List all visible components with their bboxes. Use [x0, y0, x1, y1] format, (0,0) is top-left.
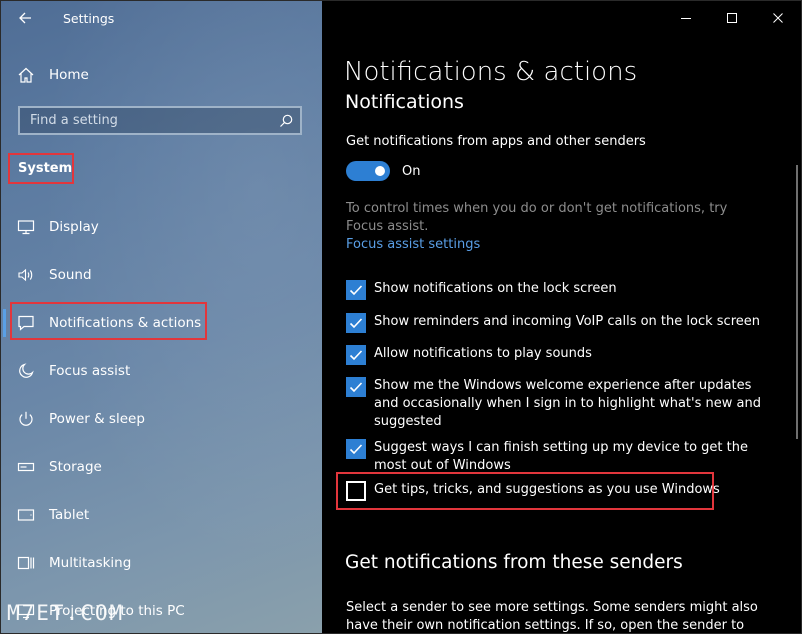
sidebar-item-label: Power & sleep — [49, 411, 145, 427]
watermark: M7ET.COM — [7, 601, 125, 625]
toggle-knob — [375, 166, 385, 176]
checkbox-welcome-experience[interactable]: Show me the Windows welcome experience a… — [346, 377, 774, 431]
focus-assist-description: To control times when you do or don't ge… — [346, 201, 728, 234]
maximize-icon — [727, 13, 737, 23]
checkbox[interactable] — [346, 377, 366, 397]
checkbox-label: Show reminders and incoming VoIP calls o… — [374, 314, 760, 329]
back-button[interactable] — [15, 7, 37, 29]
section-heading: Notifications — [345, 91, 464, 113]
checkbox-label: Suggest ways I can finish setting up my … — [374, 440, 748, 473]
notifications-toggle[interactable] — [346, 161, 390, 181]
window-caption-buttons — [663, 1, 801, 35]
sidebar-item-label: Notifications & actions — [49, 315, 202, 331]
sidebar-item-home[interactable]: Home — [17, 63, 89, 87]
app-title: Settings — [63, 11, 115, 26]
checkbox-play-sounds[interactable]: Allow notifications to play sounds — [346, 345, 774, 365]
home-label: Home — [49, 67, 89, 83]
sidebar-item-sound[interactable]: Sound — [17, 263, 92, 287]
page-title: Notifications & actions — [344, 57, 638, 87]
back-arrow-icon — [19, 12, 31, 24]
power-icon — [19, 411, 33, 426]
checkbox-suggest-setup[interactable]: Suggest ways I can finish setting up my … — [346, 439, 774, 475]
minimize-icon — [681, 18, 691, 19]
checkbox-label: Allow notifications to play sounds — [374, 346, 592, 361]
sidebar-item-notifications[interactable]: Notifications & actions — [17, 311, 201, 335]
checkmark-icon — [349, 350, 363, 361]
senders-heading: Get notifications from these senders — [345, 552, 683, 573]
display-icon — [17, 220, 35, 235]
checkbox-label: Show notifications on the lock screen — [374, 281, 617, 296]
home-icon — [18, 67, 34, 83]
sidebar-item-power-sleep[interactable]: Power & sleep — [17, 407, 145, 431]
storage-icon — [17, 462, 35, 472]
get-notifications-label: Get notifications from apps and other se… — [346, 134, 646, 149]
checkbox-tips-tricks[interactable]: Get tips, tricks, and suggestions as you… — [346, 481, 774, 501]
multitasking-icon — [17, 556, 35, 570]
scrollbar[interactable] — [796, 165, 798, 439]
sidebar-item-label: Focus assist — [49, 363, 131, 379]
sidebar-item-display[interactable]: Display — [17, 215, 99, 239]
focus-assist-settings-link[interactable]: Focus assist settings — [346, 237, 480, 252]
maximize-button[interactable] — [709, 1, 755, 35]
sidebar-item-focus-assist[interactable]: Focus assist — [17, 359, 130, 383]
sound-icon — [18, 268, 33, 282]
minimize-button[interactable] — [663, 1, 709, 35]
toggle-state-label: On — [402, 164, 421, 179]
sidebar-item-label: Storage — [49, 459, 102, 475]
checkbox[interactable] — [346, 481, 366, 501]
moon-icon — [19, 363, 34, 378]
settings-window: Settings Home System Display Sound Notif… — [0, 0, 802, 634]
sidebar-item-label: Sound — [49, 267, 92, 283]
message-icon — [18, 315, 34, 331]
close-icon — [773, 13, 783, 23]
search-icon[interactable] — [278, 113, 294, 129]
sidebar: Settings Home System Display Sound Notif… — [1, 1, 322, 633]
checkmark-icon — [349, 382, 363, 393]
search-box[interactable] — [18, 106, 302, 135]
checkbox[interactable] — [346, 313, 366, 333]
checkbox-lock-screen[interactable]: Show notifications on the lock screen — [346, 280, 774, 300]
category-heading: System — [18, 161, 73, 176]
close-button[interactable] — [755, 1, 801, 35]
sidebar-item-label: Tablet — [49, 507, 90, 523]
checkmark-icon — [349, 285, 363, 296]
senders-description: Select a sender to see more settings. So… — [346, 600, 758, 633]
tablet-icon — [17, 509, 35, 521]
checkbox-reminders-voip[interactable]: Show reminders and incoming VoIP calls o… — [346, 313, 774, 333]
checkmark-icon — [349, 444, 363, 455]
sidebar-item-storage[interactable]: Storage — [17, 455, 102, 479]
sidebar-item-multitasking[interactable]: Multitasking — [17, 551, 131, 575]
content-pane: Notifications & actions Notifications Ge… — [322, 1, 801, 633]
checkbox[interactable] — [346, 280, 366, 300]
checkbox[interactable] — [346, 345, 366, 365]
checkbox[interactable] — [346, 439, 366, 459]
checkbox-label: Get tips, tricks, and suggestions as you… — [374, 482, 720, 497]
checkmark-icon — [349, 318, 363, 329]
checkbox-label: Show me the Windows welcome experience a… — [374, 378, 761, 429]
sidebar-item-label: Display — [49, 219, 99, 235]
sidebar-item-tablet[interactable]: Tablet — [17, 503, 89, 527]
sidebar-item-label: Multitasking — [49, 555, 132, 571]
selected-indicator — [3, 309, 6, 337]
search-input[interactable] — [20, 113, 270, 128]
